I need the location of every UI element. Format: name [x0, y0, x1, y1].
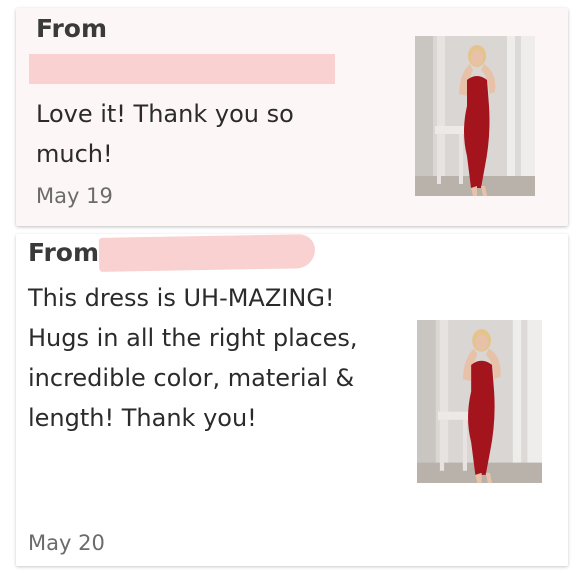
review-text: Love it! Thank you so much!	[36, 100, 294, 168]
review-card: From Love it! Thank you so much! May 19	[16, 8, 568, 226]
review-from-label: From	[36, 14, 108, 43]
review-date: May 20	[28, 531, 105, 555]
review-card: From This dress is UH-MAZING! Hugs in al…	[16, 234, 568, 566]
redacted-reviewer-name	[29, 54, 335, 84]
review-from-label: From	[28, 238, 100, 267]
review-photo[interactable]	[415, 36, 535, 196]
review-text: This dress is UH-MAZING! Hugs in all the…	[28, 284, 358, 432]
review-photo[interactable]	[417, 320, 542, 483]
redacted-reviewer-name	[98, 234, 316, 272]
review-date: May 19	[36, 184, 113, 208]
